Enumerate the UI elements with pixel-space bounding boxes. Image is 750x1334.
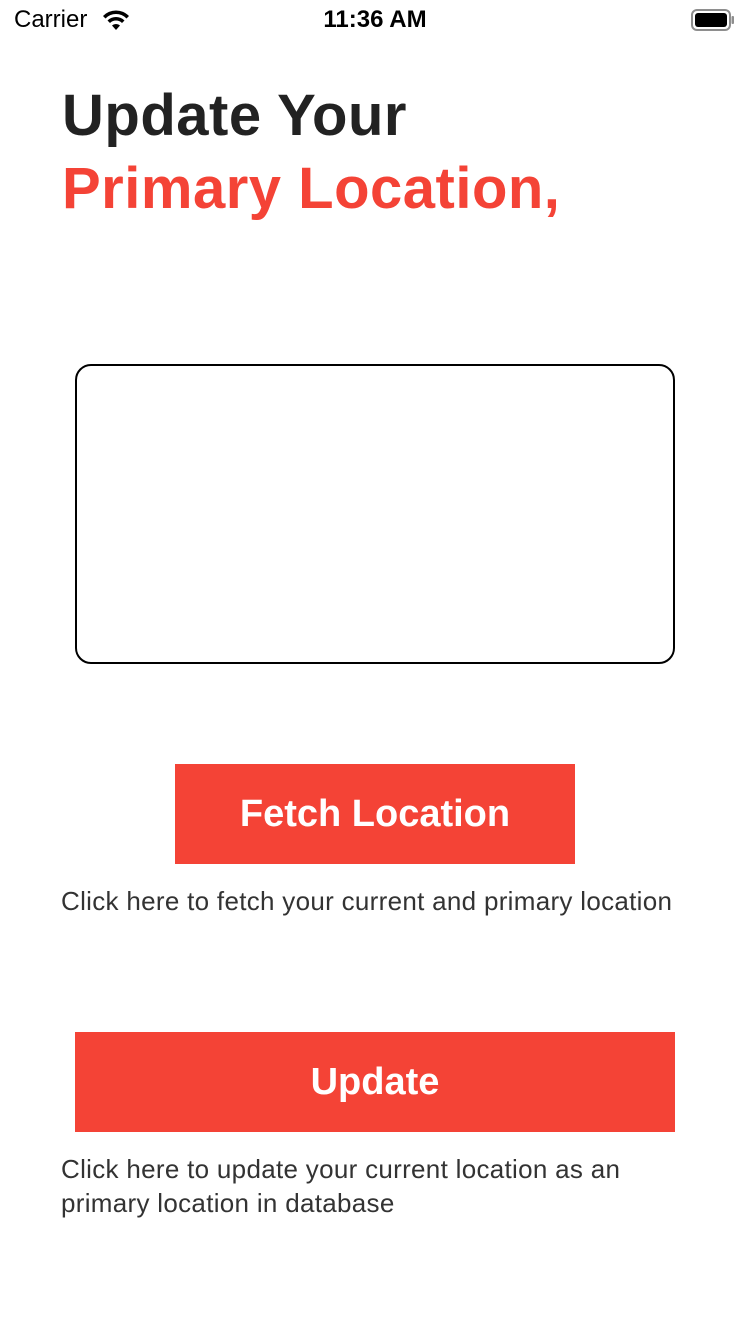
battery-icon: [691, 9, 734, 31]
update-help-text: Click here to update your current locati…: [61, 1154, 621, 1218]
page-title: Update Your: [62, 83, 407, 148]
fetch-location-button[interactable]: Fetch Location: [175, 764, 575, 864]
status-bar: Carrier 11:36 AM: [0, 0, 750, 40]
fetch-location-help-text: Click here to fetch your current and pri…: [61, 886, 673, 916]
status-time: 11:36 AM: [323, 6, 427, 33]
update-button[interactable]: Update: [75, 1032, 675, 1132]
location-display-box: [75, 364, 675, 664]
page-subtitle: Primary Location,: [62, 156, 561, 221]
